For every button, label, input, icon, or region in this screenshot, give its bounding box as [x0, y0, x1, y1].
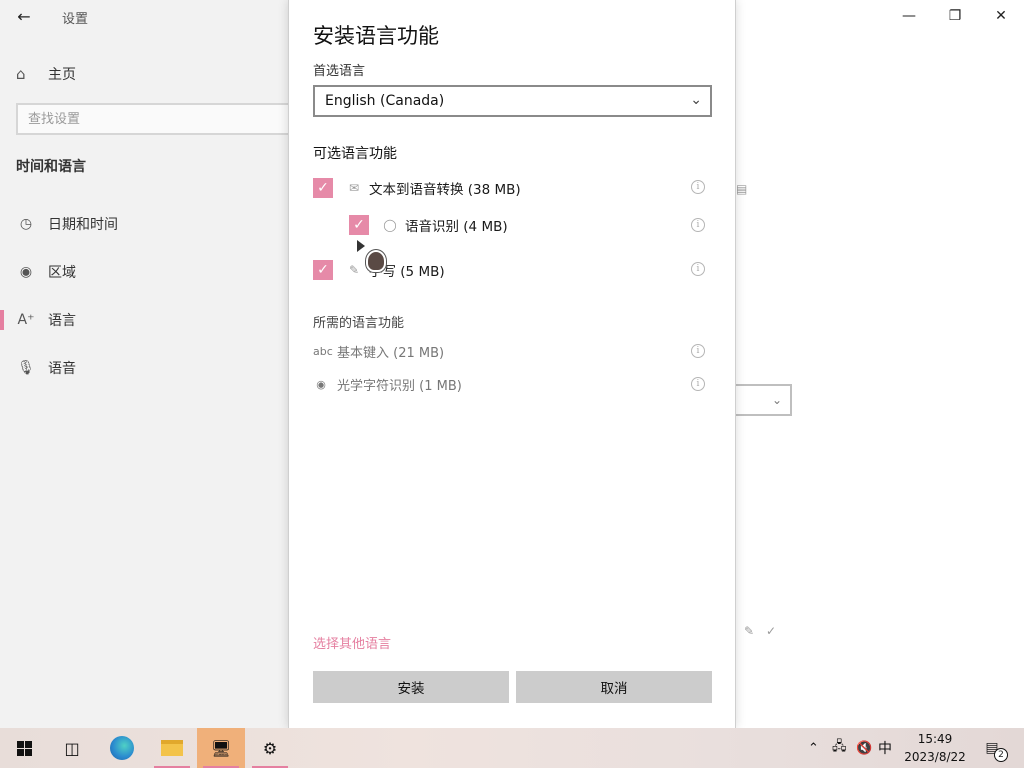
microphone-icon: ◯ [383, 218, 397, 232]
sidebar-item-label: 日期和时间 [48, 217, 118, 233]
chevron-down-icon: ⌄ [771, 393, 782, 407]
section-title: 时间和语言 [16, 159, 86, 175]
mouse-cursor [357, 240, 365, 252]
feature-text-to-speech[interactable]: ✓ ✉ 文本到语音转换 (38 MB) [313, 177, 521, 199]
minimize-icon: — [902, 8, 916, 24]
search-box[interactable] [16, 103, 296, 135]
feature-label: 文本到语音转换 (38 MB) [369, 182, 521, 198]
info-icon[interactable]: i [691, 377, 705, 391]
close-icon: ✕ [995, 8, 1007, 24]
clock-time: 15:49 [917, 732, 953, 746]
language-icon: A⁺ [17, 312, 35, 328]
edge-button[interactable] [98, 728, 146, 768]
background-dropdown: ⌄ [735, 384, 792, 416]
preferred-language-value: English (Canada) [325, 93, 445, 109]
home-label: 主页 [48, 67, 76, 83]
task-view-button[interactable]: ◫ [48, 728, 96, 768]
abc-icon: abc [313, 344, 333, 358]
back-button[interactable]: ← [10, 4, 38, 28]
minimize-button[interactable]: — [886, 0, 932, 32]
close-button[interactable]: ✕ [978, 0, 1024, 32]
chevron-up-icon: ⌃ [808, 740, 819, 756]
app-title: 设置 [62, 12, 89, 27]
ocr-icon: ◉ [316, 377, 326, 391]
checkbox-checked[interactable]: ✓ [349, 215, 369, 235]
sidebar-item-region[interactable]: ◉ 区域 [0, 252, 288, 292]
feature-speech-recognition[interactable]: ✓ ◯ 语音识别 (4 MB) [349, 214, 508, 236]
volume-status[interactable]: 🔇 [856, 728, 872, 768]
globe-icon: ◉ [19, 264, 33, 280]
preferred-language-select[interactable]: English (Canada) ⌄ [313, 85, 712, 117]
sidebar-item-label: 语音 [48, 361, 76, 377]
edge-icon [110, 736, 134, 760]
speaker-muted-icon: 🔇 [856, 740, 873, 756]
show-hidden-icons-button[interactable]: ⌃ [808, 728, 819, 768]
notification-center-button[interactable]: ▤ 2 [980, 736, 1008, 762]
text-to-speech-icon: ✉ [348, 181, 360, 195]
task-view-icon: ◫ [64, 738, 80, 758]
clock-date: 2023/8/22 [904, 750, 966, 764]
checkbox-checked[interactable]: ✓ [313, 260, 333, 280]
options-icon: ▤ [736, 182, 748, 196]
windows-logo-icon [16, 740, 32, 756]
sidebar-item-date-time[interactable]: ◷ 日期和时间 [0, 204, 288, 244]
info-icon[interactable]: i [691, 344, 705, 358]
settings-taskbar-button[interactable]: ⚙ [246, 728, 294, 768]
microphone-icon: 🎙 [17, 360, 35, 376]
preferred-language-label: 首选语言 [313, 64, 366, 79]
info-icon[interactable]: i [691, 262, 705, 276]
sidebar-item-label: 语言 [48, 313, 76, 329]
feature-label: 语音识别 (4 MB) [405, 219, 508, 235]
start-button[interactable] [0, 728, 48, 768]
install-button[interactable]: 安装 [313, 671, 509, 703]
required-feature-ocr: ◉ 光学字符识别 (1 MB) [313, 374, 462, 394]
restore-icon: ❐ [948, 8, 962, 24]
handwriting-icon: ✎ [348, 263, 360, 277]
arrow-left-icon: ← [17, 6, 31, 26]
home-icon: ⌂ [16, 65, 26, 83]
gear-icon: ⚙ [262, 738, 278, 758]
handwriting-icon: ✎ [744, 624, 755, 638]
network-status[interactable]: 🖧 [832, 728, 847, 768]
feature-label: 基本键入 (21 MB) [337, 345, 445, 361]
required-feature-basic-typing: abc 基本键入 (21 MB) [313, 341, 444, 361]
sidebar-item-label: 区域 [48, 265, 76, 281]
sidebar-item-speech[interactable]: 🎙 语音 [0, 348, 288, 388]
dialog-title: 安装语言功能 [313, 24, 439, 48]
notification-count: 2 [994, 748, 1008, 762]
search-input[interactable] [18, 105, 294, 133]
folder-icon [161, 740, 183, 756]
avatar-overlay-icon [366, 250, 386, 272]
required-features-heading: 所需的语言功能 [313, 316, 405, 331]
home-nav-item[interactable]: ⌂ 主页 [16, 60, 276, 88]
calendar-clock-icon: ◷ [19, 216, 33, 232]
cancel-button[interactable]: 取消 [516, 671, 712, 703]
ime-indicator[interactable]: 中 [878, 728, 892, 768]
remote-desktop-button[interactable]: 🖥 [197, 728, 245, 768]
settings-sidebar: ← 设置 ⌂ 主页 时间和语言 ◷ 日期和时间 ◉ 区域 A⁺ 语言 🎙 语音 [0, 0, 296, 728]
chevron-down-icon: ⌄ [690, 92, 702, 108]
optional-features-heading: 可选语言功能 [313, 146, 397, 162]
remote-desktop-icon: 🖥 [210, 738, 232, 758]
restore-button[interactable]: ❐ [932, 0, 978, 32]
network-icon: 🖧 [832, 739, 847, 754]
abc-icon: ✓ [766, 624, 777, 638]
info-icon[interactable]: i [691, 218, 705, 232]
clock[interactable]: 15:49 2023/8/22 [900, 728, 970, 768]
feature-label: 光学字符识别 (1 MB) [337, 378, 462, 394]
choose-other-language-link[interactable]: 选择其他语言 [313, 633, 391, 652]
file-explorer-button[interactable] [148, 728, 196, 768]
install-language-features-dialog: 安装语言功能 首选语言 English (Canada) ⌄ 可选语言功能 ✓ … [288, 0, 736, 728]
sidebar-item-language[interactable]: A⁺ 语言 [0, 300, 288, 340]
info-icon[interactable]: i [691, 180, 705, 194]
taskbar: ◫ 🖥 ⚙ ⌃ 🖧 🔇 中 [0, 728, 1024, 768]
checkbox-checked[interactable]: ✓ [313, 178, 333, 198]
